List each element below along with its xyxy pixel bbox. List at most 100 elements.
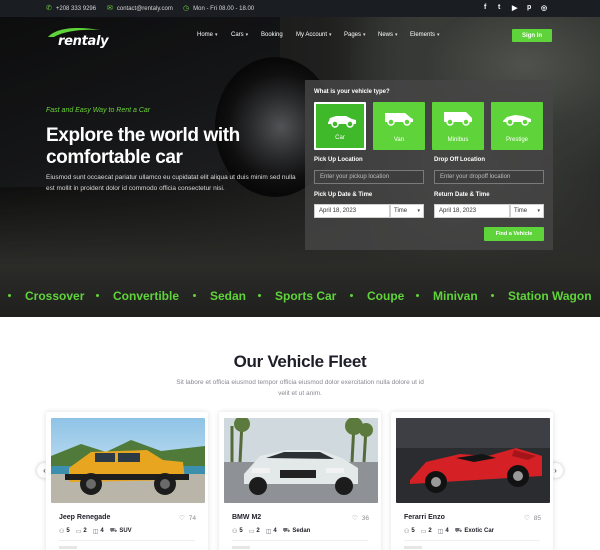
heart-icon: ♡ xyxy=(351,515,358,522)
nav-news-label: News xyxy=(378,32,394,38)
category-sports-car[interactable]: Sports Car xyxy=(275,289,336,303)
type-spec: ⛟ SUV xyxy=(110,527,132,535)
luggage-icon: ▭ xyxy=(420,528,427,535)
vehicle-type-prestige[interactable]: Prestige xyxy=(491,102,543,150)
category-coupe[interactable]: Coupe xyxy=(367,289,404,303)
nav-booking-label: Booking xyxy=(261,32,283,38)
phone-number: +208 333 9296 xyxy=(55,5,97,12)
vehicle-specs: ⚇ 5 ▭ 2 ◫ 4 ⛟ Exotic Car xyxy=(404,527,494,535)
category-station-wagon[interactable]: Station Wagon xyxy=(508,289,592,303)
nav-pages[interactable]: Pages ▾ xyxy=(344,32,366,38)
vehicle-specs: ⚇ 5 ▭ 2 ◫ 4 ⛟ SUV xyxy=(59,527,132,535)
pickup-location-input[interactable]: Enter your pickup location xyxy=(314,170,424,184)
separator-dot xyxy=(193,294,196,297)
likes-count[interactable]: ♡ 36 xyxy=(351,514,369,523)
card-footer-placeholder xyxy=(404,546,422,549)
category-crossover[interactable]: Crossover xyxy=(25,289,84,303)
likes-value: 36 xyxy=(361,514,369,522)
vehicle-card-ferrari[interactable]: Ferarri Enzo ♡ 85 ⚇ 5 ▭ 2 ◫ 4 ⛟ Exotic Car xyxy=(391,412,553,550)
card-footer-placeholder xyxy=(232,546,250,549)
doors-spec: ◫ 4 xyxy=(266,527,277,535)
nav-news[interactable]: News ▾ xyxy=(378,32,398,38)
likes-value: 85 xyxy=(533,514,541,522)
vehicle-type-car[interactable]: Car xyxy=(314,102,366,150)
separator-dot xyxy=(491,294,494,297)
fleet-description: Sit labore et officia eiusmod tempor off… xyxy=(176,379,424,397)
separator-dot xyxy=(8,294,11,297)
instagram-icon[interactable]: ◎ xyxy=(541,4,547,12)
return-time-select[interactable]: Time ▾ xyxy=(510,204,544,218)
category-sedan[interactable]: Sedan xyxy=(210,289,246,303)
vehicle-name[interactable]: BMW M2 xyxy=(232,514,261,521)
bags-spec: ▭ 2 xyxy=(76,527,87,535)
vehicle-image-jeep[interactable] xyxy=(51,418,205,503)
rentaly-logo[interactable]: rentaly xyxy=(46,26,110,50)
vehicle-card-bmw[interactable]: BMW M2 ♡ 36 ⚇ 5 ▭ 2 ◫ 4 ⛟ Sedan xyxy=(219,412,381,550)
clock-icon: ◷ xyxy=(183,5,190,12)
door-icon: ◫ xyxy=(265,528,272,535)
facebook-icon[interactable]: f xyxy=(484,4,486,11)
doors-spec: ◫ 4 xyxy=(93,527,104,535)
youtube-icon[interactable]: ▶ xyxy=(512,4,517,12)
doors-spec: ◫ 4 xyxy=(438,527,449,535)
vehicle-type-prestige-label: Prestige xyxy=(505,137,528,143)
vehicle-image-bmw[interactable] xyxy=(224,418,378,503)
nav-elements-label: Elements xyxy=(410,32,436,38)
vehicle-card-jeep[interactable]: Jeep Renegade ♡ 74 ⚇ 5 ▭ 2 ◫ 4 ⛟ SUV xyxy=(46,412,208,550)
pickup-time-select[interactable]: Time ▾ xyxy=(390,204,424,218)
nav-home[interactable]: Home ▾ xyxy=(197,32,218,38)
vehicle-type-car-label: Car xyxy=(335,135,345,141)
return-time-value: Time xyxy=(514,208,528,214)
vehicle-image-ferrari[interactable] xyxy=(396,418,550,503)
bags-value: 2 xyxy=(83,528,87,534)
nav-booking[interactable]: Booking xyxy=(261,32,283,38)
vehicle-name[interactable]: Jeep Renegade xyxy=(59,514,110,521)
dropoff-location-label: Drop Off Location xyxy=(434,157,485,163)
car-type-icon: ⛟ xyxy=(109,528,118,534)
seats-spec: ⚇ 5 xyxy=(232,527,243,535)
seats-icon: ⚇ xyxy=(232,528,238,535)
phone-icon: ✆ xyxy=(46,5,52,12)
office-hours: Mon - Fri 08.00 - 18.00 xyxy=(193,5,255,12)
vehicle-type-van[interactable]: Van xyxy=(373,102,425,150)
nav-cars-label: Cars xyxy=(231,32,244,38)
chevron-down-icon: ▾ xyxy=(417,208,420,214)
dropoff-location-input[interactable]: Enter your dropoff location xyxy=(434,170,544,184)
pinterest-icon[interactable]: p xyxy=(527,4,531,11)
likes-count[interactable]: ♡ 85 xyxy=(524,514,541,523)
hero-tagline: Fast and Easy Way to Rent a Car xyxy=(46,107,151,114)
likes-value: 74 xyxy=(188,514,196,522)
pickup-time-value: Time xyxy=(394,208,408,214)
nav-cars[interactable]: Cars ▾ xyxy=(231,32,248,38)
likes-count[interactable]: ♡ 74 xyxy=(179,514,196,523)
twitter-icon[interactable]: t xyxy=(498,4,500,11)
type-value: Sedan xyxy=(292,528,311,534)
car-type-icon: ⛟ xyxy=(282,528,291,534)
email-info[interactable]: ✉ contact@rentaly.com xyxy=(107,5,173,12)
email-address[interactable]: contact@rentaly.com xyxy=(117,6,173,12)
car-type-icon: ⛟ xyxy=(454,528,463,534)
doors-value: 4 xyxy=(100,528,104,534)
type-spec: ⛟ Exotic Car xyxy=(455,527,494,535)
nav-elements[interactable]: Elements ▾ xyxy=(410,32,440,38)
separator-dot xyxy=(96,294,99,297)
door-icon: ◫ xyxy=(92,528,99,535)
pickup-date-input[interactable]: April 18, 2023 xyxy=(314,204,390,218)
envelope-icon: ✉ xyxy=(107,5,113,12)
sign-in-button[interactable]: Sign In xyxy=(512,29,552,42)
find-vehicle-button[interactable]: Find a Vehicle xyxy=(484,227,544,241)
category-convertible[interactable]: Convertible xyxy=(113,289,179,303)
bags-value: 2 xyxy=(256,528,260,534)
nav-my-account[interactable]: My Account ▾ xyxy=(296,32,332,38)
seats-spec: ⚇ 5 xyxy=(404,527,415,535)
category-minivan[interactable]: Minivan xyxy=(433,289,478,303)
booking-form: What is your vehicle type? Car Van Minib… xyxy=(305,80,553,250)
type-value: Exotic Car xyxy=(464,528,495,534)
vehicle-type-minibus[interactable]: Minibus xyxy=(432,102,484,150)
prestige-car-icon xyxy=(503,115,531,126)
hours-info: ◷ Mon - Fri 08.00 - 18.00 xyxy=(183,5,254,12)
vehicle-name[interactable]: Ferarri Enzo xyxy=(404,514,445,521)
seats-icon: ⚇ xyxy=(59,528,65,535)
return-date-input[interactable]: April 18, 2023 xyxy=(434,204,510,218)
luggage-icon: ▭ xyxy=(248,528,255,535)
